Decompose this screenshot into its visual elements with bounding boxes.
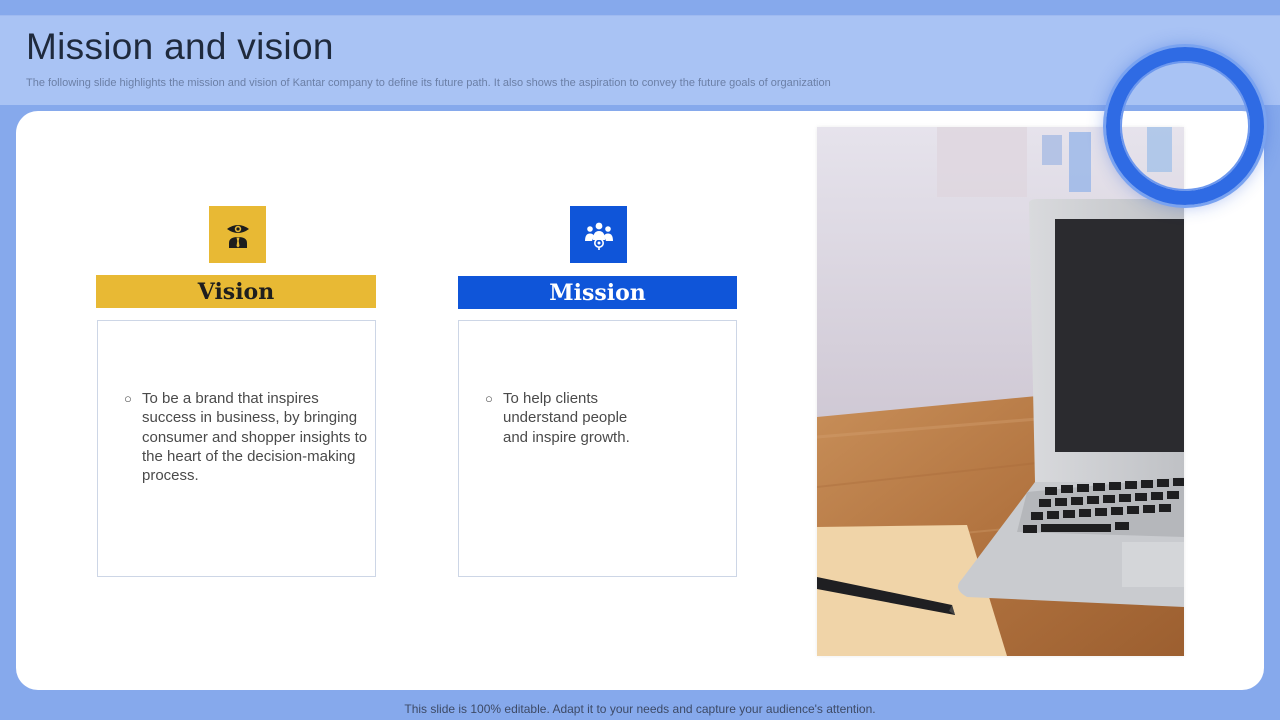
vision-icon (209, 206, 266, 263)
vision-heading: Vision (96, 275, 376, 308)
vision-points: ○ To be a brand that inspires success in… (124, 389, 375, 485)
list-item: ○ To help clients understand people and … (485, 389, 653, 447)
mission-points: ○ To help clients understand people and … (485, 389, 653, 447)
mission-point-text: To help clients understand people and in… (503, 390, 630, 446)
decorative-ring (1106, 47, 1264, 205)
mission-card: ○ To help clients understand people and … (458, 320, 737, 577)
mission-icon (570, 206, 627, 263)
footer-note: This slide is 100% editable. Adapt it to… (404, 702, 876, 716)
page-title: Mission and vision (26, 26, 334, 67)
laptop-desk-photo (817, 127, 1184, 656)
bullet-circle-icon: ○ (124, 391, 132, 406)
vision-card: ○ To be a brand that inspires success in… (97, 320, 376, 577)
list-item: ○ To be a brand that inspires success in… (124, 389, 375, 485)
mission-heading: Mission (458, 276, 737, 309)
bullet-circle-icon: ○ (485, 391, 493, 406)
page-subtitle: The following slide highlights the missi… (26, 77, 831, 89)
vision-point-text: To be a brand that inspires success in b… (142, 390, 368, 485)
header-bar: Mission and vision The following slide h… (0, 15, 1280, 105)
